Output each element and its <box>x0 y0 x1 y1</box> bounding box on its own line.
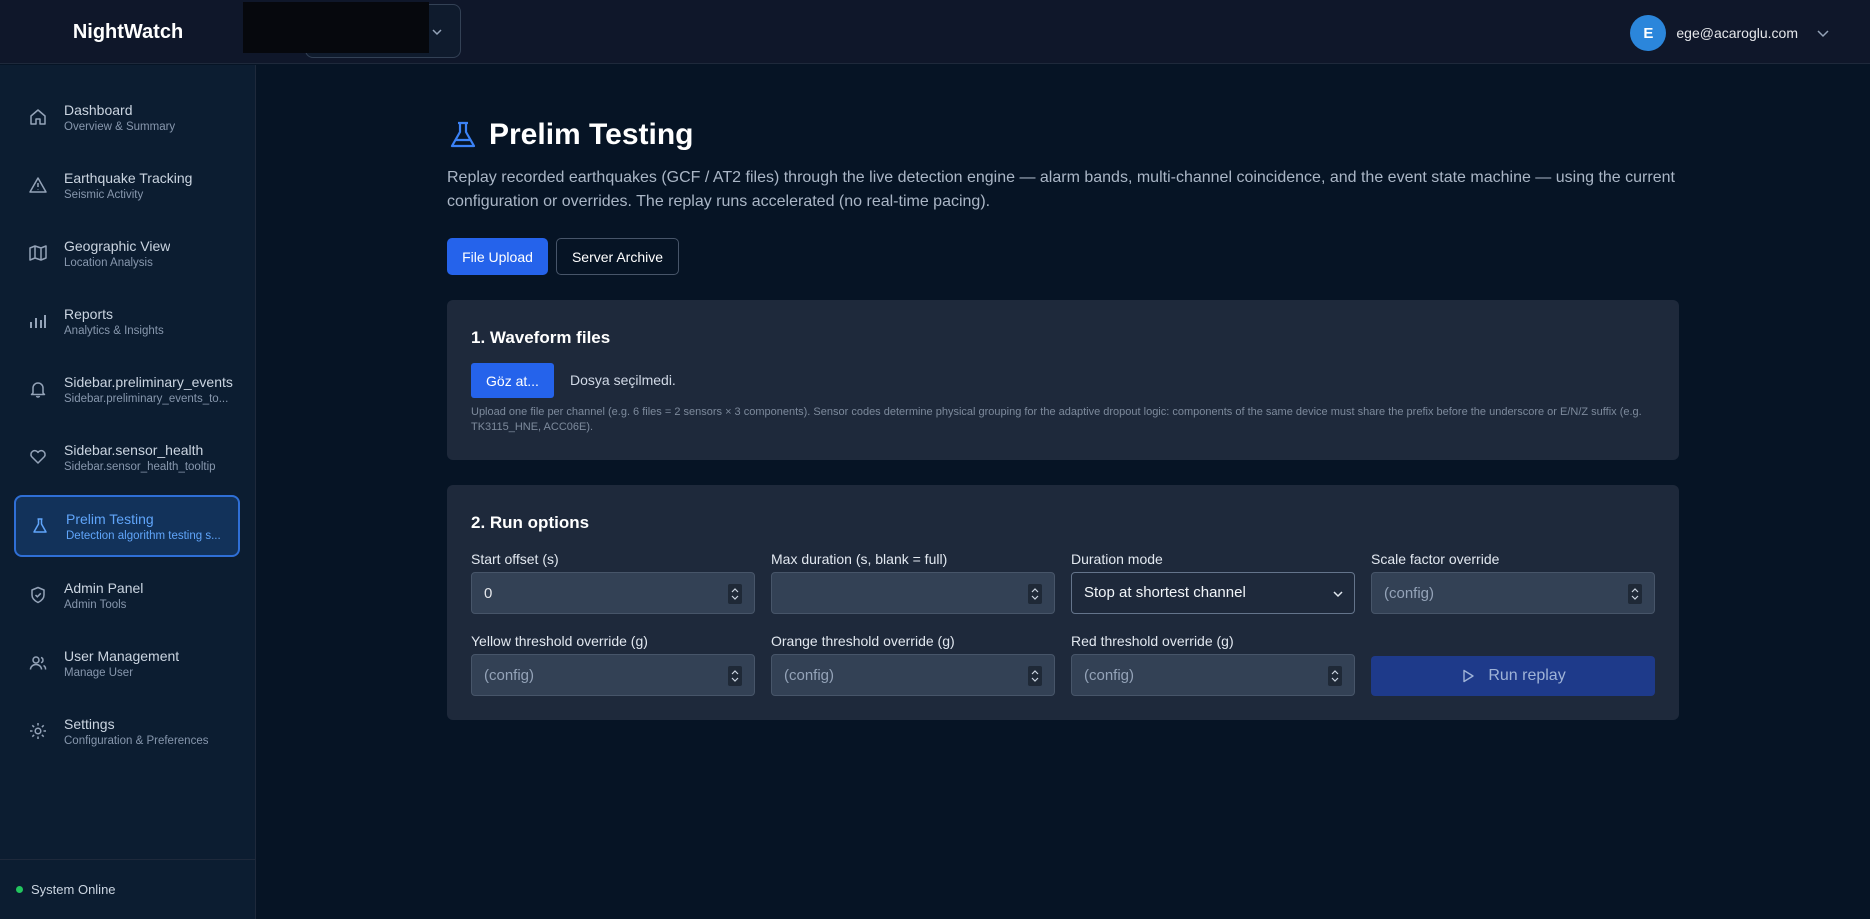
play-icon <box>1463 669 1475 683</box>
orange-threshold-placeholder: (config) <box>784 667 835 684</box>
avatar[interactable]: E <box>1630 15 1667 51</box>
red-threshold-label: Red threshold override (g) <box>1071 633 1234 649</box>
sidebar-item-settings[interactable]: Settings Configuration & Preferences <box>14 700 240 762</box>
app-title[interactable]: NightWatch <box>0 0 256 64</box>
tab-server-archive[interactable]: Server Archive <box>556 238 679 275</box>
flask-icon <box>450 121 476 148</box>
stepper-icon[interactable] <box>1628 584 1642 604</box>
page-title: Prelim Testing <box>447 118 694 152</box>
alert-triangle-icon <box>29 177 47 193</box>
sidebar-item-preliminary-events[interactable]: Sidebar.preliminary_events Sidebar.prelim… <box>14 358 240 420</box>
sidebar-item-label: Prelim Testing <box>66 510 154 527</box>
chevron-down-icon[interactable] <box>1816 26 1830 40</box>
page-title-text: Prelim Testing <box>489 118 694 151</box>
sidebar-item-sub: Analytics & Insights <box>64 324 164 337</box>
map-icon <box>29 245 47 261</box>
start-offset-label: Start offset (s) <box>471 551 559 567</box>
flask-icon <box>33 518 47 533</box>
sidebar-item-geographic-view[interactable]: Geographic View Location Analysis <box>14 222 240 284</box>
user-menu[interactable]: E ege@acaroglu.com <box>1630 15 1830 51</box>
run-replay-button[interactable]: Run replay <box>1371 656 1655 696</box>
home-icon <box>30 109 46 125</box>
scale-factor-label: Scale factor override <box>1371 551 1500 567</box>
sidebar-item-label: Earthquake Tracking <box>64 169 193 186</box>
sidebar-item-sub: Detection algorithm testing s... <box>66 529 221 542</box>
sidebar-item-sub: Admin Tools <box>64 598 127 611</box>
sidebar-item-label: Geographic View <box>64 237 171 254</box>
users-icon <box>29 656 47 670</box>
sidebar-item-dashboard[interactable]: Dashboard Overview & Summary <box>14 86 240 148</box>
scale-factor-input[interactable]: (config) <box>1371 572 1655 614</box>
duration-mode-label: Duration mode <box>1071 551 1163 567</box>
status-text: System Online <box>31 882 116 897</box>
chevron-down-icon <box>432 29 442 36</box>
bar-chart-icon <box>30 315 46 328</box>
duration-mode-select[interactable]: Stop at shortest channel <box>1071 572 1355 614</box>
sidebar-item-reports[interactable]: Reports Analytics & Insights <box>14 290 240 352</box>
max-duration-label: Max duration (s, blank = full) <box>771 551 948 567</box>
sidebar-item-sensor-health[interactable]: Sidebar.sensor_health Sidebar.sensor_heal… <box>14 426 240 488</box>
start-offset-input[interactable]: 0 <box>471 572 755 614</box>
sidebar-item-admin-panel[interactable]: Admin Panel Admin Tools <box>14 564 240 626</box>
card-title: 2. Run options <box>471 513 590 532</box>
shield-check-icon <box>31 586 45 604</box>
yellow-threshold-label: Yellow threshold override (g) <box>471 633 648 649</box>
duration-mode-value: Stop at shortest channel <box>1084 584 1246 601</box>
red-threshold-placeholder: (config) <box>1084 667 1135 684</box>
run-options-card: 2. Run options Start offset (s) 0 Max du… <box>447 485 1679 720</box>
browse-button[interactable]: Göz at... <box>471 363 554 398</box>
red-threshold-input[interactable]: (config) <box>1071 654 1355 696</box>
sidebar-item-label: Admin Panel <box>64 579 144 596</box>
stepper-icon[interactable] <box>1328 666 1342 686</box>
sidebar-item-sub: Location Analysis <box>64 256 153 269</box>
sidebar-item-label: Dashboard <box>64 101 133 118</box>
sidebar-item-prelim-testing[interactable]: Prelim Testing Detection algorithm testin… <box>14 495 240 557</box>
page-description: Replay recorded earthquakes (GCF / AT2 f… <box>447 169 1675 210</box>
top-bar: NightWatch E ege@acaroglu.com <box>0 0 1870 64</box>
tab-file-upload[interactable]: File Upload <box>447 238 548 275</box>
bell-icon <box>30 382 46 398</box>
stepper-icon[interactable] <box>728 584 742 604</box>
yellow-threshold-input[interactable]: (config) <box>471 654 755 696</box>
stepper-icon[interactable] <box>728 666 742 686</box>
orange-threshold-input[interactable]: (config) <box>771 654 1055 696</box>
start-offset-value: 0 <box>484 585 493 602</box>
sidebar-item-sub: Manage User <box>64 666 134 679</box>
status-dot <box>16 886 23 893</box>
stepper-icon[interactable] <box>1028 584 1042 604</box>
max-duration-input[interactable] <box>771 572 1055 614</box>
scale-factor-placeholder: (config) <box>1384 585 1435 602</box>
user-email[interactable]: ege@acaroglu.com <box>1676 25 1798 41</box>
run-replay-label: Run replay <box>1488 667 1566 684</box>
card-title: 1. Waveform files <box>471 328 611 347</box>
sidebar-item-sub: Overview & Summary <box>64 120 176 133</box>
sidebar-item-sub: Sidebar.sensor_health_tooltip <box>64 460 216 473</box>
sidebar-item-label: Settings <box>64 715 115 732</box>
sidebar-item-sub: Sidebar.preliminary_events_to... <box>64 392 229 405</box>
sidebar-item-label: User Management <box>64 647 180 664</box>
orange-threshold-label: Orange threshold override (g) <box>771 633 955 649</box>
sidebar-item-user-management[interactable]: User Management Manage User <box>14 632 240 694</box>
system-status: System Online <box>0 859 256 919</box>
chevron-down-icon <box>1333 591 1343 598</box>
gear-icon <box>30 723 46 739</box>
sidebar: Dashboard Overview & Summary Earthquake T… <box>0 65 256 919</box>
upload-hint: Upload one file per channel (e.g. 6 file… <box>471 406 1642 433</box>
waveform-files-card: 1. Waveform files Göz at... Dosya seçilm… <box>447 300 1679 460</box>
yellow-threshold-placeholder: (config) <box>484 667 535 684</box>
heart-icon <box>30 449 46 464</box>
sidebar-item-sub: Seismic Activity <box>64 188 144 201</box>
sidebar-item-label: Sidebar.sensor_health <box>64 441 204 458</box>
file-status: Dosya seçilmedi. <box>570 372 676 388</box>
sidebar-item-label: Reports <box>64 305 114 322</box>
redacted-block <box>243 2 429 53</box>
sidebar-item-earthquake-tracking[interactable]: Earthquake Tracking Seismic Activity <box>14 154 240 216</box>
stepper-icon[interactable] <box>1028 666 1042 686</box>
sidebar-item-label: Sidebar.preliminary_events <box>64 373 233 390</box>
sidebar-item-sub: Configuration & Preferences <box>64 734 209 747</box>
